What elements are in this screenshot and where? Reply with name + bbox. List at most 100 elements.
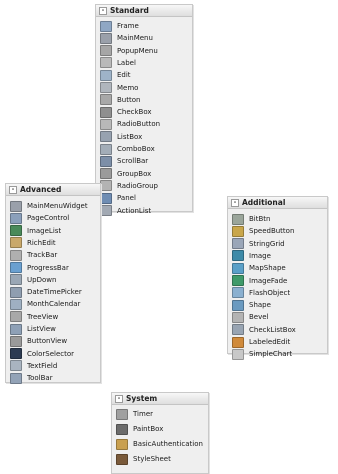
edit-icon — [100, 69, 112, 81]
colorselector-icon — [10, 348, 22, 360]
palette-item-label: CheckListBox — [249, 325, 296, 334]
palette-item-label: BitBtn — [249, 215, 271, 223]
palette-item-shape[interactable]: Shape — [232, 299, 271, 311]
palette-item-scrollbar[interactable]: ScrollBar — [100, 155, 148, 167]
palette-item-label: MainMenuWidget — [27, 202, 88, 210]
palette-item-label: MonthCalendar — [27, 300, 81, 309]
collapse-icon[interactable]: - — [99, 7, 107, 15]
collapse-icon[interactable]: - — [9, 186, 17, 194]
palette-item-panel[interactable]: Panel — [100, 192, 136, 204]
palette-item-imagelist[interactable]: ImageList — [10, 225, 61, 237]
palette-item-image[interactable]: Image — [232, 250, 271, 262]
monthcalendar-icon — [10, 298, 22, 310]
palette-item-frame[interactable]: Frame — [100, 20, 139, 32]
palette-item-label: MainMenu — [117, 34, 153, 43]
additional-header[interactable]: - Additional — [228, 197, 327, 209]
system-palette: - System Timer PaintBox BasicAuthentication… — [111, 392, 209, 474]
palette-item-edit[interactable]: Edit — [100, 69, 131, 81]
button-icon — [100, 94, 112, 106]
palette-item-label: ImageFade — [249, 276, 288, 285]
palette-item-groupbox[interactable]: GroupBox — [100, 168, 151, 180]
actionlist-icon — [100, 205, 112, 216]
basicauthentication-icon — [116, 438, 128, 450]
palette-item-simplechart[interactable]: SimpleChart — [232, 348, 292, 360]
palette-item-labelededit[interactable]: LabeledEdit — [232, 336, 290, 348]
palette-item-basicauthentication[interactable]: BasicAuthentication — [116, 438, 203, 450]
listbox-icon — [100, 131, 112, 143]
radiobutton-icon — [100, 118, 112, 130]
palette-item-label: Label — [117, 58, 136, 67]
palette-item-label: Timer — [133, 410, 154, 418]
palette-item-progressbar[interactable]: ProgressBar — [10, 262, 69, 274]
palette-item-pagecontrol[interactable]: PageControl — [10, 212, 69, 224]
palette-item-memo[interactable]: Memo — [100, 82, 138, 94]
checkbox-icon — [100, 106, 112, 118]
palette-item-bevel[interactable]: Bevel — [232, 311, 269, 323]
panel-icon — [100, 192, 112, 204]
popupmenu-icon — [100, 45, 112, 57]
palette-item-mapshape[interactable]: MapShape — [232, 262, 286, 274]
trackbar-icon — [10, 249, 22, 261]
palette-item-listview[interactable]: ListView — [10, 323, 56, 335]
labelededit-icon — [232, 336, 244, 348]
additional-title: Additional — [242, 198, 286, 207]
palette-item-button[interactable]: Button — [100, 94, 140, 106]
palette-item-flashobject[interactable]: FlashObject — [232, 287, 290, 299]
palette-item-actionlist[interactable]: ActionList — [100, 205, 151, 217]
palette-item-updown[interactable]: UpDown — [10, 274, 56, 286]
palette-item-label: ProgressBar — [27, 263, 69, 272]
palette-item-label: StyleSheet — [133, 455, 171, 463]
additional-palette: - Additional BitBtn SpeedButton StringGrid I… — [227, 196, 328, 360]
palette-item-label: Image — [249, 251, 271, 260]
palette-item-label: ListView — [27, 325, 56, 333]
palette-item-label[interactable]: Label — [100, 57, 136, 69]
palette-item-bitbtn[interactable]: BitBtn — [232, 213, 270, 225]
palette-item-label: LabeledEdit — [249, 338, 291, 346]
palette-item-paintbox[interactable]: PaintBox — [116, 423, 163, 435]
palette-item-radiogroup[interactable]: RadioGroup — [100, 180, 158, 192]
progressbar-icon — [10, 262, 22, 273]
palette-item-checkbox[interactable]: CheckBox — [100, 106, 152, 118]
palette-item-mainmenuwidget[interactable]: MainMenuWidget — [10, 200, 88, 212]
palette-item-monthcalendar[interactable]: MonthCalendar — [10, 298, 80, 310]
palette-item-label: ImageList — [27, 226, 62, 235]
palette-item-imagefade[interactable]: ImageFade — [232, 275, 287, 287]
advanced-header[interactable]: - Advanced — [6, 184, 100, 196]
palette-item-stringgrid[interactable]: StringGrid — [232, 238, 285, 250]
palette-item-radiobutton[interactable]: RadioButton — [100, 118, 160, 130]
palette-item-datetimepicker[interactable]: DateTimePicker — [10, 286, 82, 298]
palette-item-checklistbox[interactable]: CheckListBox — [232, 324, 296, 336]
collapse-icon[interactable]: - — [115, 395, 123, 403]
palette-item-speedbutton[interactable]: SpeedButton — [232, 225, 294, 237]
palette-item-label: Button — [117, 95, 141, 104]
palette-item-label: Bevel — [249, 313, 269, 322]
memo-icon — [100, 82, 112, 93]
palette-item-listbox[interactable]: ListBox — [100, 131, 142, 143]
palette-item-trackbar[interactable]: TrackBar — [10, 249, 57, 261]
standard-header[interactable]: - Standard — [96, 5, 192, 17]
palette-item-label: ColorSelector — [27, 349, 75, 358]
simplechart-icon — [232, 348, 244, 360]
system-header[interactable]: - System — [112, 393, 208, 405]
palette-item-label: PopupMenu — [117, 46, 158, 55]
palette-item-timer[interactable]: Timer — [116, 408, 153, 420]
richedit-icon — [10, 237, 22, 249]
bitbtn-icon — [232, 213, 244, 225]
palette-item-colorselector[interactable]: ColorSelector — [10, 348, 74, 360]
updown-icon — [10, 274, 22, 286]
palette-item-toolbar[interactable]: ToolBar — [10, 372, 53, 384]
palette-item-mainmenu[interactable]: MainMenu — [100, 32, 153, 44]
treeview-icon — [10, 311, 22, 323]
palette-item-label: ComboBox — [117, 145, 155, 153]
advanced-palette: - Advanced MainMenuWidget PageControl Image… — [5, 183, 101, 384]
palette-item-treeview[interactable]: TreeView — [10, 311, 58, 323]
palette-item-stylesheet[interactable]: StyleSheet — [116, 453, 171, 465]
palette-item-combobox[interactable]: ComboBox — [100, 143, 155, 155]
palette-item-richedit[interactable]: RichEdit — [10, 237, 56, 249]
collapse-icon[interactable]: - — [231, 199, 239, 207]
palette-item-buttonview[interactable]: ButtonView — [10, 335, 67, 347]
palette-item-popupmenu[interactable]: PopupMenu — [100, 45, 158, 57]
mainmenu-icon — [100, 32, 112, 44]
palette-item-label: ToolBar — [27, 374, 53, 383]
palette-item-textfield[interactable]: TextField — [10, 360, 57, 372]
